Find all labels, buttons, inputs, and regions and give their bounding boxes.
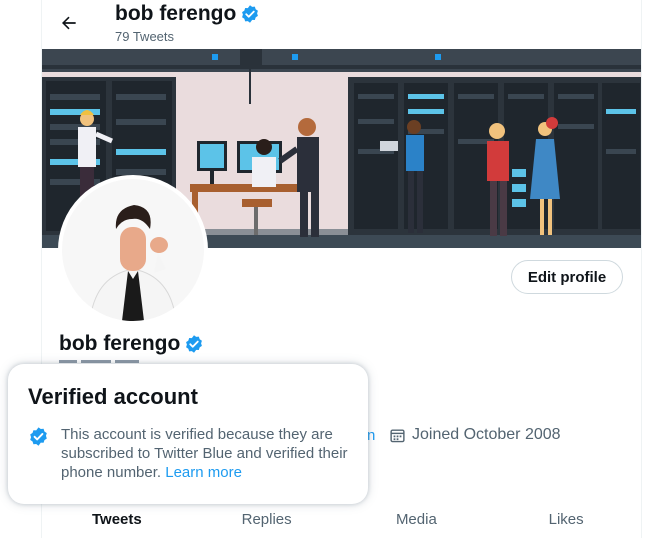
hovercard-title: Verified account [28,384,198,409]
header-name: bob ferengo [115,2,237,25]
profile-link-partial[interactable]: n [367,427,375,444]
back-arrow-icon [62,16,76,30]
profile-name-row: bob ferengo [59,332,204,356]
avatar-photo [62,179,204,321]
profile-name: bob ferengo [59,332,181,355]
learn-more-link[interactable]: Learn more [165,464,242,481]
header-title: bob ferengo [115,2,260,26]
hovercard-description: This account is verified because they ar… [61,425,351,482]
profile-tabs: Tweets Replies Media Likes [42,500,641,538]
calendar-icon [390,428,405,442]
tab-tweets[interactable]: Tweets [42,500,192,538]
joined-date: Joined October 2008 [389,426,561,444]
tab-replies[interactable]: Replies [192,500,342,538]
verified-badge-icon[interactable] [184,334,204,354]
verified-badge-icon [242,5,259,23]
verified-account-hovercard: Verified account This account is verifie… [8,364,368,504]
profile-avatar[interactable] [58,175,208,325]
tweet-count: 79 Tweets [115,29,175,44]
tab-media[interactable]: Media [342,500,492,538]
joined-text: Joined October 2008 [412,426,561,443]
verified-badge-icon [30,427,47,446]
edit-profile-button[interactable]: Edit profile [511,260,623,294]
tab-likes[interactable]: Likes [491,500,641,538]
back-button[interactable] [54,8,84,38]
